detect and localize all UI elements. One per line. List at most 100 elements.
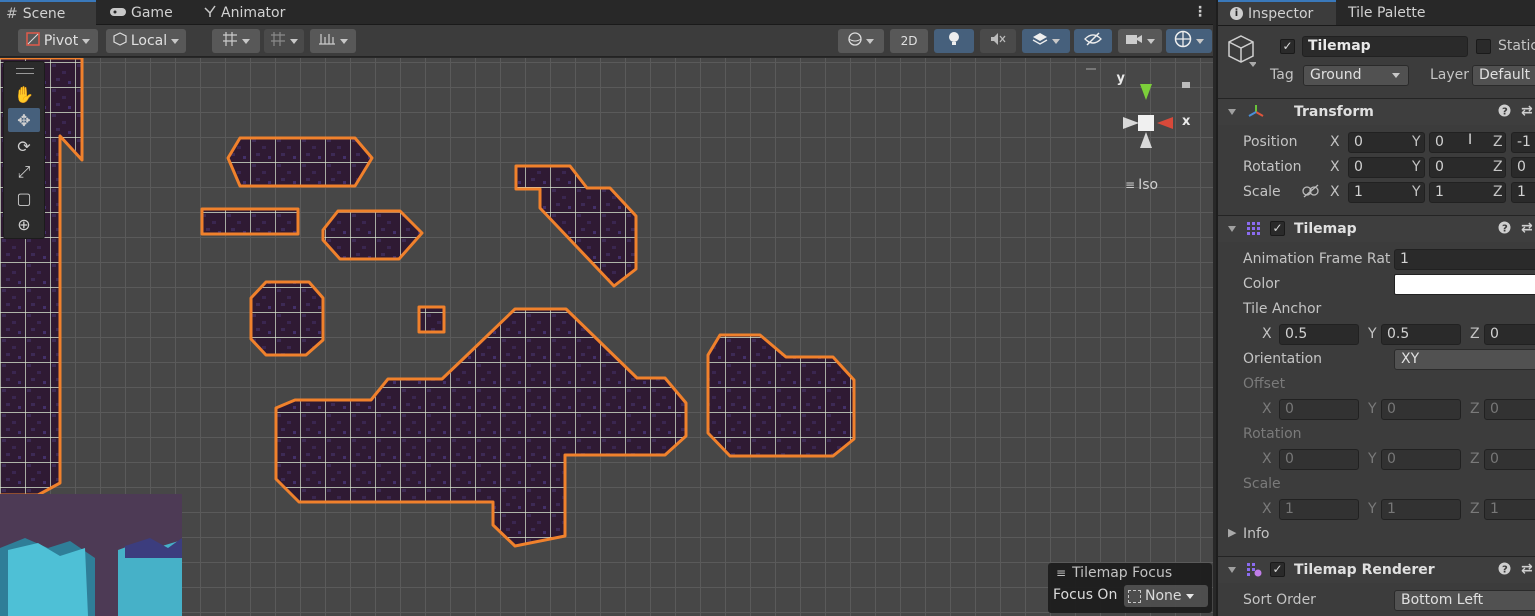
text-cursor-icon: Ι — [1468, 132, 1473, 148]
gizmo-center-cube[interactable] — [1138, 115, 1154, 131]
focus-on-label: Focus On — [1053, 587, 1118, 603]
active-checkbox[interactable]: ✓ — [1280, 39, 1295, 54]
overlay-menu-icon[interactable]: ≡ — [1056, 566, 1066, 580]
2d-toggle-button[interactable]: 2D — [890, 29, 928, 53]
effects-toggle-button[interactable] — [1022, 29, 1070, 53]
move-arrows-icon: ✥ — [17, 110, 31, 130]
chevron-down-icon — [340, 38, 348, 44]
tab-scene[interactable]: # Scene — [0, 0, 96, 25]
gamepad-icon — [110, 5, 126, 21]
animation-frame-rate-label: Animation Frame Rat — [1243, 251, 1391, 267]
gizmo-x-arrow[interactable] — [1157, 117, 1173, 129]
constrain-proportions-icon[interactable] — [1302, 184, 1320, 202]
axis-y-label: Y — [1368, 401, 1377, 417]
gizmo-neg-x-arrow[interactable] — [1123, 117, 1139, 129]
tilemap-scale-y-field: 1 — [1381, 499, 1461, 520]
more-options-icon[interactable]: ⋮ — [1193, 3, 1207, 23]
camera-button[interactable] — [1118, 29, 1162, 53]
hand-tool-button[interactable]: ✋ — [8, 82, 40, 106]
sort-order-dropdown[interactable]: Bottom Left — [1394, 590, 1535, 611]
axis-x-label: X — [1330, 159, 1340, 175]
projection-toggle[interactable]: ≡ Iso — [1125, 177, 1158, 193]
local-dropdown[interactable]: Local — [106, 29, 186, 53]
gizmos-button[interactable] — [1166, 29, 1212, 53]
rotation-label: Rotation — [1243, 159, 1302, 175]
axis-y-label: Y — [1412, 184, 1421, 200]
fold-arrow-icon — [1228, 567, 1236, 573]
gizmo-neg-y-arrow[interactable] — [1140, 132, 1152, 148]
chevron-down-icon — [290, 38, 298, 44]
axis-x-label: X — [1330, 134, 1340, 150]
orientation-dropdown[interactable]: XY — [1394, 349, 1535, 370]
help-icon[interactable]: ? — [1498, 104, 1511, 121]
presets-icon[interactable]: ⇄ — [1521, 220, 1533, 236]
ruler-button[interactable] — [310, 29, 356, 53]
audio-toggle-button[interactable] — [980, 29, 1016, 53]
object-name-field[interactable]: Tilemap — [1302, 36, 1468, 57]
tilemap-scale-z-field: 1 — [1484, 499, 1535, 520]
palette-drag-handle[interactable] — [16, 68, 34, 74]
gizmo-y-arrow[interactable] — [1140, 84, 1152, 100]
overlay-handle[interactable] — [1086, 68, 1096, 70]
tilemap-tiles — [0, 58, 856, 548]
tilemap-enabled-checkbox[interactable]: ✓ — [1270, 221, 1285, 236]
rotation-z-field[interactable]: 0 — [1511, 157, 1535, 178]
lock-icon[interactable] — [1182, 82, 1190, 88]
tilemap-component-header[interactable]: ✓ Tilemap ? ⇄ — [1218, 215, 1535, 242]
game-object-icon — [1226, 34, 1257, 72]
lighting-toggle-button[interactable] — [934, 29, 974, 53]
position-label: Position — [1243, 134, 1298, 150]
tile-anchor-x-field[interactable]: 0.5 — [1279, 324, 1359, 345]
color-swatch[interactable] — [1394, 274, 1535, 295]
info-foldout[interactable]: Info — [1243, 526, 1270, 542]
tag-label: Tag — [1270, 67, 1294, 83]
tilemap-renderer-header[interactable]: ✓ Tilemap Renderer ? ⇄ — [1218, 556, 1535, 583]
help-icon[interactable]: ? — [1498, 221, 1511, 238]
speaker-muted-icon — [990, 32, 1006, 50]
tile-anchor-y-field[interactable]: 0.5 — [1381, 324, 1461, 345]
axis-z-label: Z — [1470, 501, 1480, 517]
transform-header[interactable]: Transform ? ⇄ — [1218, 98, 1535, 125]
inspector-tab-bar: i Inspector Tile Palette — [1218, 0, 1535, 26]
tab-game[interactable]: Game — [104, 0, 182, 25]
tab-tile-palette[interactable]: Tile Palette — [1342, 0, 1452, 25]
chevron-down-icon — [1052, 38, 1060, 44]
grid-snap-icon — [222, 31, 238, 51]
background-foliage — [0, 494, 182, 616]
tab-inspector[interactable]: i Inspector — [1218, 0, 1336, 25]
static-checkbox[interactable] — [1476, 39, 1491, 54]
pivot-dropdown[interactable]: Pivot — [18, 29, 98, 53]
grid-snap-button[interactable] — [212, 29, 260, 53]
axis-x-label: X — [1262, 326, 1272, 342]
focus-on-dropdown[interactable]: None — [1124, 585, 1208, 607]
rotate-tool-button[interactable]: ⟳ — [8, 134, 40, 158]
help-icon[interactable]: ? — [1498, 562, 1511, 579]
scene-visibility-button[interactable] — [1074, 29, 1112, 53]
shading-mode-button[interactable] — [838, 29, 884, 53]
tool-palette: ✋ ✥ ⟳ ⤢ ▢ ⊕ — [3, 61, 45, 239]
hand-icon: ✋ — [14, 84, 34, 104]
orientation-label: Orientation — [1243, 351, 1323, 367]
scale-z-field[interactable]: 1 — [1511, 182, 1535, 203]
tab-animator[interactable]: Animator — [198, 0, 308, 25]
chevron-down-icon — [82, 38, 91, 44]
chevron-down-icon — [1147, 38, 1155, 44]
animation-frame-rate-field[interactable]: 1 — [1394, 249, 1535, 270]
scene-viewport[interactable]: y x ≡ Iso ✋ ✥ ⟳ ⤢ ▢ ⊕ — [0, 58, 1213, 616]
scale-tool-button[interactable]: ⤢ — [8, 160, 40, 184]
axis-x-label: X — [1262, 451, 1272, 467]
position-z-field[interactable]: -1 — [1511, 132, 1535, 153]
tilemap-renderer-enabled-checkbox[interactable]: ✓ — [1270, 562, 1285, 577]
fold-arrow-right-icon[interactable]: ▶ — [1228, 526, 1236, 539]
tilemap-rotation-y-field: 0 — [1381, 449, 1461, 470]
presets-icon[interactable]: ⇄ — [1521, 561, 1533, 577]
tag-dropdown[interactable]: Ground — [1303, 65, 1409, 86]
presets-icon[interactable]: ⇄ — [1521, 103, 1533, 119]
layer-dropdown[interactable]: Default — [1472, 65, 1535, 86]
rect-tool-button[interactable]: ▢ — [8, 186, 40, 210]
tile-anchor-z-field[interactable]: 0 — [1484, 324, 1535, 345]
increment-snap-button[interactable] — [264, 29, 304, 53]
scale-label: Scale — [1243, 184, 1281, 200]
transform-tool-button[interactable]: ⊕ — [8, 212, 40, 236]
move-tool-button[interactable]: ✥ — [8, 108, 40, 132]
